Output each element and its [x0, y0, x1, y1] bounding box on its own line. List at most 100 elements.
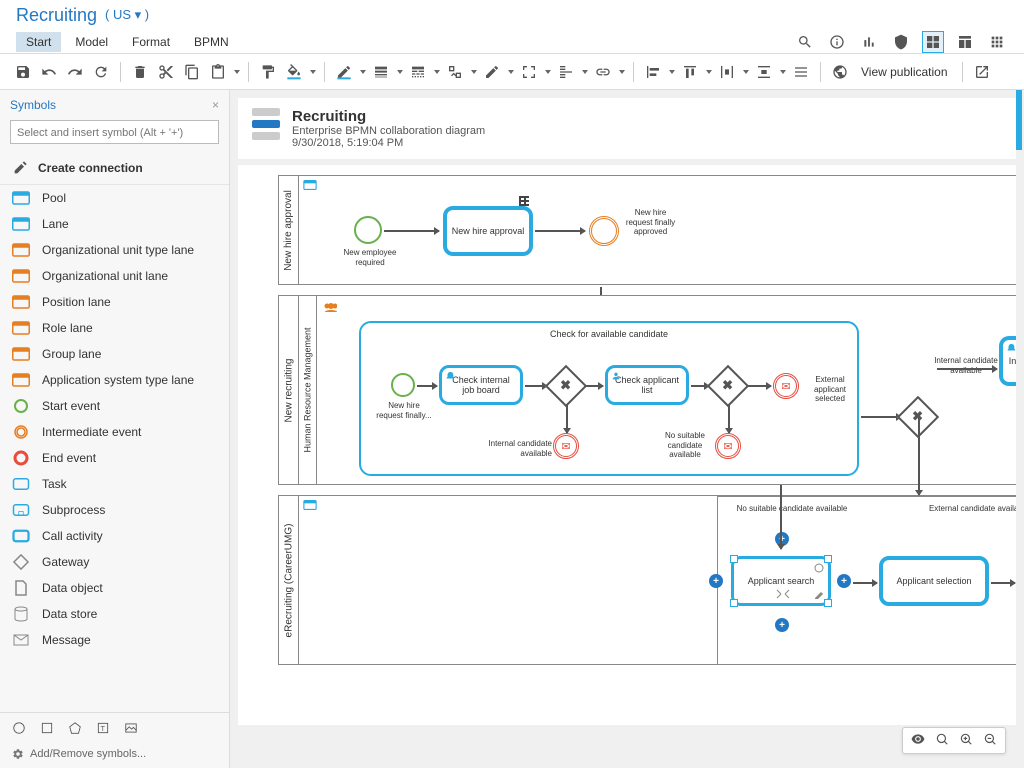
info-icon[interactable]: [826, 31, 848, 53]
line-style-icon[interactable]: [407, 61, 429, 83]
symbol-item[interactable]: Intermediate event: [0, 419, 229, 445]
symbol-item[interactable]: Data object: [0, 575, 229, 601]
msg-event-nosuitable[interactable]: [715, 433, 741, 459]
symbol-item[interactable]: Subprocess: [0, 497, 229, 523]
msg-event-internal[interactable]: [553, 433, 579, 459]
symbol-item[interactable]: Start event: [0, 393, 229, 419]
sidebar-close-icon[interactable]: ×: [212, 98, 219, 112]
fit-view-icon[interactable]: [911, 732, 925, 749]
add-node-left[interactable]: +: [709, 574, 723, 588]
line-weight-icon[interactable]: [370, 61, 392, 83]
chart-icon[interactable]: [858, 31, 880, 53]
task-check-internal-board[interactable]: Check internal job board: [439, 365, 523, 405]
symbol-item[interactable]: Lane: [0, 211, 229, 237]
menu-start[interactable]: Start: [16, 32, 61, 52]
task-new-hire-approval[interactable]: New hire approval: [443, 206, 533, 256]
symbol-item[interactable]: Organizational unit type lane: [0, 237, 229, 263]
delete-icon[interactable]: [129, 61, 151, 83]
symbol-item[interactable]: Call activity: [0, 523, 229, 549]
pentagon-shape-icon[interactable]: [68, 721, 82, 738]
distribute-h-icon[interactable]: [716, 61, 738, 83]
locale-selector[interactable]: ( US ▾ ): [105, 7, 149, 23]
symbol-item[interactable]: Application system type lane: [0, 367, 229, 393]
symbol-icon: [12, 347, 30, 361]
menu-model[interactable]: Model: [65, 32, 118, 52]
task-check-applicant-list[interactable]: Check applicant list: [605, 365, 689, 405]
pool-new-recruiting[interactable]: New recruiting Human Resource Management…: [278, 295, 1016, 485]
undo-icon[interactable]: [38, 61, 60, 83]
format-painter-icon[interactable]: [257, 61, 279, 83]
pool-new-hire-approval[interactable]: New hire approval New employee required …: [278, 175, 1016, 285]
scroll-indicator[interactable]: [1016, 90, 1022, 150]
symbol-icon: [12, 607, 30, 621]
symbol-item[interactable]: Organizational unit lane: [0, 263, 229, 289]
layout-icon[interactable]: [954, 31, 976, 53]
symbol-item[interactable]: End event: [0, 445, 229, 471]
pool-erecruiting[interactable]: eRecruiting (CareerUMG) No suitable cand…: [278, 495, 1016, 665]
grid-icon[interactable]: [986, 31, 1008, 53]
create-connection-button[interactable]: Create connection: [0, 152, 229, 184]
image-shape-icon[interactable]: [124, 721, 138, 738]
symbol-item[interactable]: Pool: [0, 185, 229, 211]
circle-shape-icon[interactable]: [12, 721, 26, 738]
intermediate-event-approved[interactable]: [589, 216, 619, 246]
redo-icon[interactable]: [64, 61, 86, 83]
paste-icon[interactable]: [207, 61, 229, 83]
start-event-new-employee[interactable]: [354, 216, 382, 244]
msg-event-external[interactable]: [773, 373, 799, 399]
menu-format[interactable]: Format: [122, 32, 180, 52]
add-node-bottom[interactable]: +: [775, 618, 789, 632]
fill-color-icon[interactable]: [283, 61, 305, 83]
text-shape-icon[interactable]: T: [96, 721, 110, 738]
task-applicant-selection[interactable]: Applicant selection: [879, 556, 989, 606]
arrange-icon[interactable]: [555, 61, 577, 83]
doc-title: Recruiting: [292, 108, 485, 125]
shield-icon[interactable]: [890, 31, 912, 53]
launch-icon[interactable]: [971, 61, 993, 83]
zoom-in-icon[interactable]: [959, 732, 973, 749]
distribute-v-icon[interactable]: [753, 61, 775, 83]
diagram-canvas[interactable]: New hire approval New employee required …: [238, 165, 1016, 725]
view-toggle-icon[interactable]: [922, 31, 944, 53]
properties-icon[interactable]: [790, 61, 812, 83]
subprocess-check-candidate[interactable]: Check for available candidate New hire r…: [359, 321, 859, 476]
zoom-original-icon[interactable]: [935, 732, 949, 749]
refresh-icon[interactable]: [90, 61, 112, 83]
gateway-2[interactable]: [707, 365, 749, 407]
search-icon[interactable]: [794, 31, 816, 53]
symbol-search-input[interactable]: [10, 120, 219, 144]
symbol-item[interactable]: Gateway: [0, 549, 229, 575]
symbol-item[interactable]: Group lane: [0, 341, 229, 367]
square-shape-icon[interactable]: [40, 721, 54, 738]
task-internal-job-cut[interactable]: Internal job: [999, 336, 1016, 386]
menu-bpmn[interactable]: BPMN: [184, 32, 239, 52]
gear-icon[interactable]: [814, 563, 824, 573]
symbol-item[interactable]: Position lane: [0, 289, 229, 315]
group-icon[interactable]: [518, 61, 540, 83]
symbol-item[interactable]: Message: [0, 627, 229, 653]
edit-icon[interactable]: [481, 61, 503, 83]
symbol-icon: [12, 477, 30, 491]
align-top-icon[interactable]: [679, 61, 701, 83]
copy-icon[interactable]: [181, 61, 203, 83]
task-applicant-search-selected[interactable]: Applicant search: [731, 556, 831, 606]
edit-icon[interactable]: [814, 589, 824, 599]
expand-icon[interactable]: [776, 589, 790, 599]
link-icon[interactable]: [592, 61, 614, 83]
zoom-out-icon[interactable]: [983, 732, 997, 749]
symbol-item[interactable]: Data store: [0, 601, 229, 627]
view-publication-button[interactable]: View publication: [855, 63, 954, 81]
symbol-item[interactable]: Task: [0, 471, 229, 497]
gateway-1[interactable]: [545, 365, 587, 407]
connector-icon[interactable]: [444, 61, 466, 83]
symbol-item[interactable]: Role lane: [0, 315, 229, 341]
canvas-area[interactable]: Recruiting Enterprise BPMN collaboration…: [230, 90, 1024, 768]
start-event-hr[interactable]: [391, 373, 415, 397]
line-color-icon[interactable]: [333, 61, 355, 83]
add-remove-symbols-button[interactable]: Add/Remove symbols...: [12, 748, 217, 760]
globe-icon[interactable]: [829, 61, 851, 83]
align-left-icon[interactable]: [642, 61, 664, 83]
cut-icon[interactable]: [155, 61, 177, 83]
save-icon[interactable]: [12, 61, 34, 83]
add-node-right[interactable]: +: [837, 574, 851, 588]
